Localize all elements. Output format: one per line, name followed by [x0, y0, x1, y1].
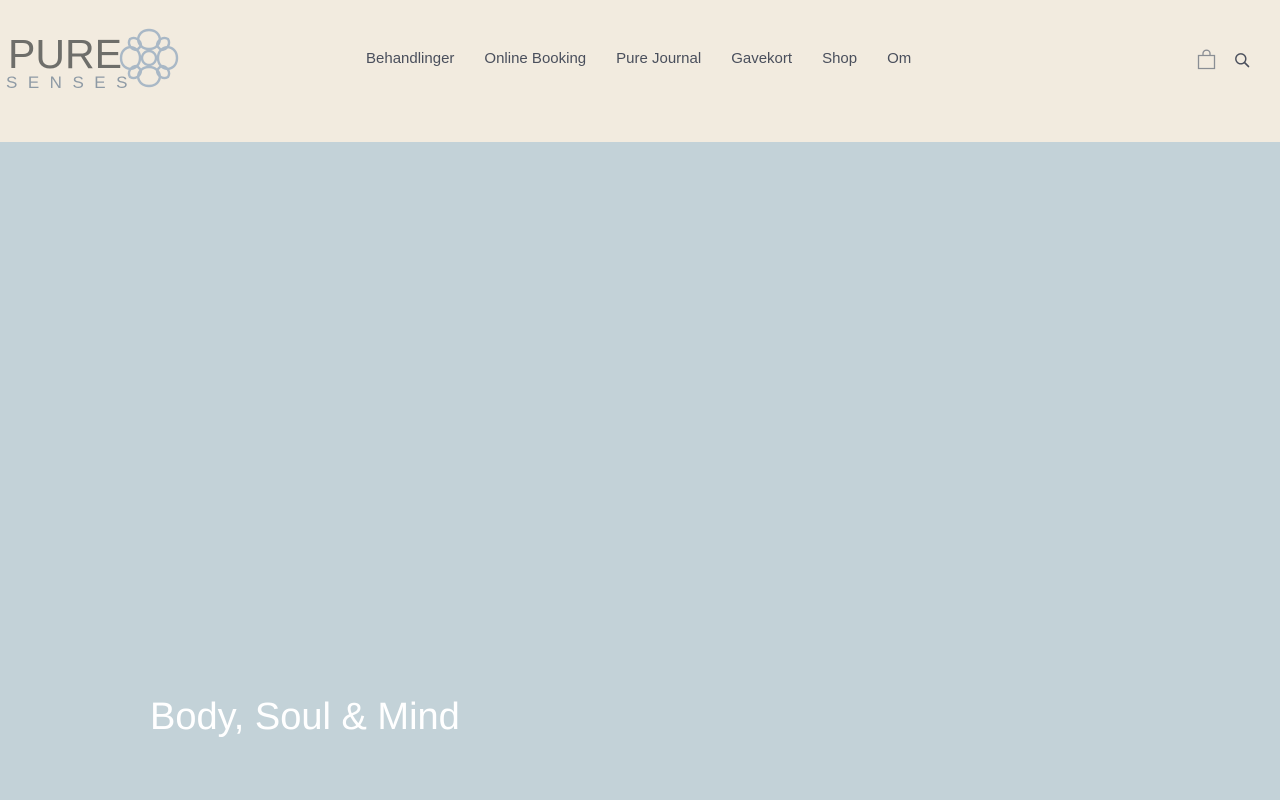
- nav-item-behandlinger[interactable]: Behandlinger: [351, 48, 469, 70]
- nav-item-online-booking[interactable]: Online Booking: [469, 48, 601, 70]
- logo-wordmark: PURE: [8, 31, 122, 77]
- hero-section: Body, Soul & Mind: [0, 142, 1280, 800]
- site-header: PURE SENSES Behandlinger Online Booking …: [0, 0, 1280, 142]
- main-nav: Behandlinger Online Booking Pure Journal…: [351, 48, 926, 70]
- hero-title: Body, Soul & Mind: [150, 696, 460, 738]
- flower-ornament-icon: [119, 28, 179, 88]
- shopping-bag-icon[interactable]: [1197, 49, 1216, 70]
- nav-item-om[interactable]: Om: [872, 48, 926, 70]
- nav-item-pure-journal[interactable]: Pure Journal: [601, 48, 716, 70]
- nav-item-shop[interactable]: Shop: [807, 48, 872, 70]
- brand-logo[interactable]: PURE SENSES: [4, 24, 184, 94]
- nav-item-gavekort[interactable]: Gavekort: [716, 48, 807, 70]
- search-icon[interactable]: [1234, 52, 1250, 68]
